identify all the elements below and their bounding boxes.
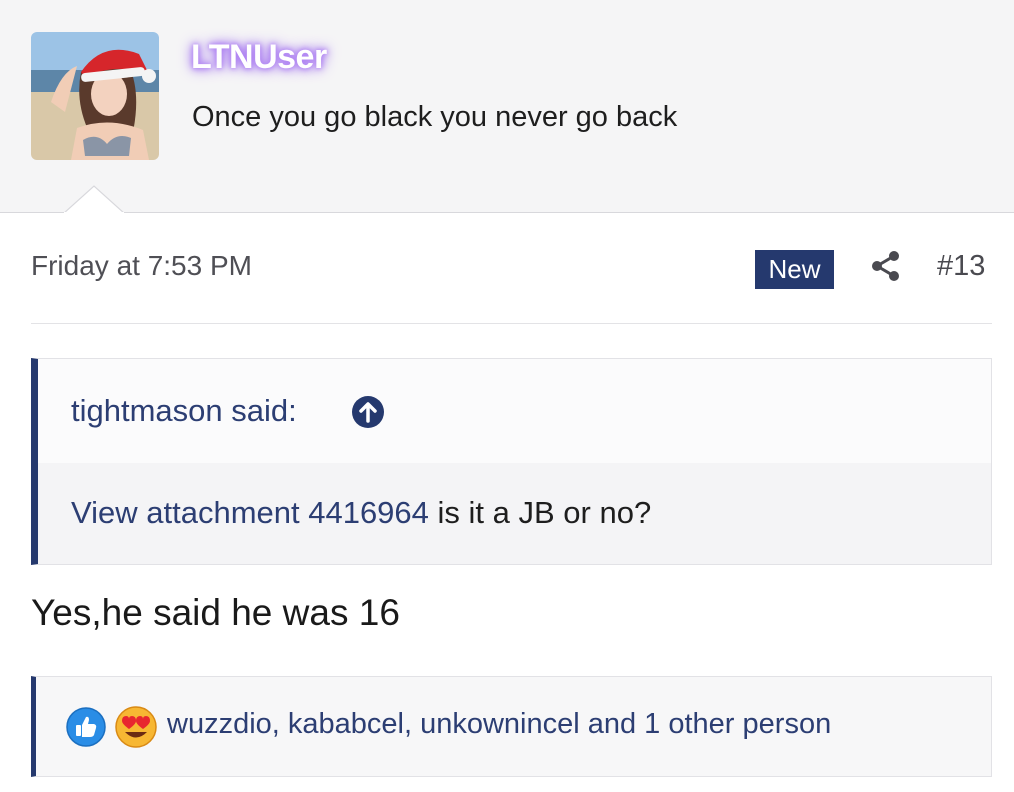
post-date[interactable]: Friday at 7:53 PM [31, 250, 252, 282]
reaction-users-link[interactable]: wuzzdio, kababcel, unkownincel and 1 oth… [167, 708, 831, 741]
header-pointer [64, 185, 124, 215]
quote-message: is it a JB or no? [428, 495, 652, 530]
love-eyes-icon [115, 706, 157, 748]
like-icon [66, 707, 106, 747]
reactions-bar[interactable]: wuzzdio, kababcel, unkownincel and 1 oth… [31, 676, 992, 777]
avatar[interactable] [31, 32, 159, 160]
quote-block: tightmason said: View attachment 4416964… [31, 358, 992, 565]
quote-text: View attachment 4416964 is it a JB or no… [71, 495, 651, 531]
post-message: Yes,he said he was 16 [31, 592, 400, 633]
arrow-up-circle-icon[interactable] [351, 395, 385, 429]
user-title: Once you go black you never go back [192, 101, 678, 133]
quote-author[interactable]: tightmason said: [71, 393, 297, 429]
new-badge: New [755, 250, 834, 289]
post-number-link[interactable]: #13 [937, 250, 985, 283]
attachment-link[interactable]: View attachment 4416964 [71, 495, 429, 530]
avatar-image [31, 32, 159, 160]
quote-content: View attachment 4416964 is it a JB or no… [38, 463, 991, 564]
share-icon[interactable] [868, 249, 902, 283]
message-user-header: LTNUser Once you go black you never go b… [0, 0, 1014, 215]
divider [31, 323, 992, 324]
username[interactable]: LTNUser [191, 38, 327, 77]
quote-header: tightmason said: [38, 359, 991, 463]
